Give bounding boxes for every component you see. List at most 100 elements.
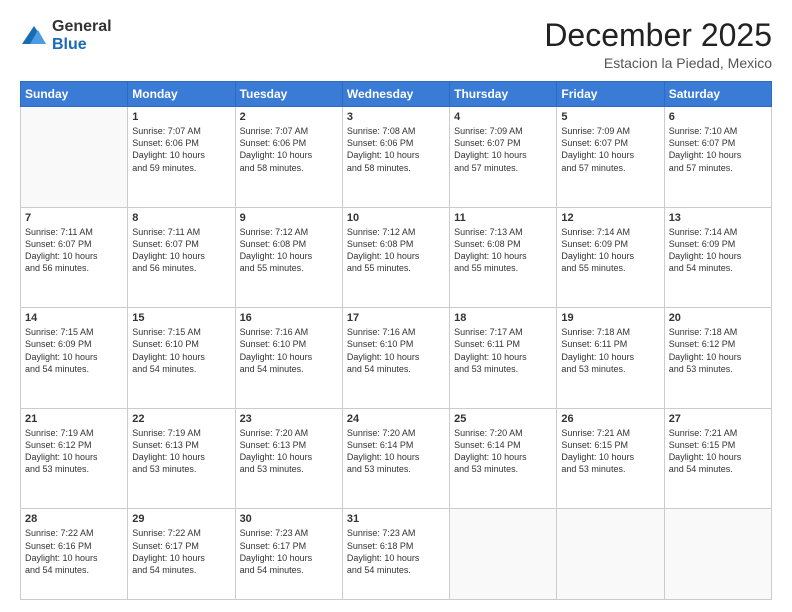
column-header-saturday: Saturday bbox=[664, 82, 771, 107]
cell-info: Sunrise: 7:22 AM Sunset: 6:17 PM Dayligh… bbox=[132, 527, 230, 576]
day-number: 5 bbox=[561, 111, 659, 123]
day-number: 22 bbox=[132, 413, 230, 425]
cell-info: Sunrise: 7:21 AM Sunset: 6:15 PM Dayligh… bbox=[669, 427, 767, 476]
calendar-week-3: 14 Sunrise: 7:15 AM Sunset: 6:09 PM Dayli… bbox=[21, 308, 772, 409]
day-number: 17 bbox=[347, 312, 445, 324]
calendar-cell: 16Sunrise: 7:16 AM Sunset: 6:10 PM Dayli… bbox=[235, 308, 342, 409]
day-number: 3 bbox=[347, 111, 445, 123]
calendar-cell: 8 Sunrise: 7:11 AM Sunset: 6:07 PM Daylig… bbox=[128, 207, 235, 308]
day-number: 8 bbox=[132, 212, 230, 224]
calendar-cell: 14 Sunrise: 7:15 AM Sunset: 6:09 PM Dayli… bbox=[21, 308, 128, 409]
calendar-cell: 2 Sunrise: 7:07 AM Sunset: 6:06 PM Daylig… bbox=[235, 107, 342, 208]
calendar-cell: 24Sunrise: 7:20 AM Sunset: 6:14 PM Dayli… bbox=[342, 408, 449, 509]
calendar-cell: 30 Sunrise: 7:23 AM Sunset: 6:17 PM Dayli… bbox=[235, 509, 342, 600]
day-number: 28 bbox=[25, 513, 123, 525]
day-number: 10 bbox=[347, 212, 445, 224]
logo-blue: Blue bbox=[52, 36, 112, 54]
day-number: 13 bbox=[669, 212, 767, 224]
calendar-cell: 18Sunrise: 7:17 AM Sunset: 6:11 PM Dayli… bbox=[450, 308, 557, 409]
day-number: 16 bbox=[240, 312, 338, 324]
calendar-cell: 12 Sunrise: 7:14 AM Sunset: 6:09 PM Dayli… bbox=[557, 207, 664, 308]
cell-info: Sunrise: 7:15 AM Sunset: 6:09 PM Dayligh… bbox=[25, 326, 123, 375]
cell-info: Sunrise: 7:07 AM Sunset: 6:06 PM Dayligh… bbox=[132, 125, 230, 174]
cell-info: Sunrise: 7:18 AM Sunset: 6:11 PM Dayligh… bbox=[561, 326, 659, 375]
calendar-cell: 11Sunrise: 7:13 AM Sunset: 6:08 PM Dayli… bbox=[450, 207, 557, 308]
day-number: 4 bbox=[454, 111, 552, 123]
calendar-cell: 15 Sunrise: 7:15 AM Sunset: 6:10 PM Dayli… bbox=[128, 308, 235, 409]
day-number: 14 bbox=[25, 312, 123, 324]
calendar-cell: 9Sunrise: 7:12 AM Sunset: 6:08 PM Daylig… bbox=[235, 207, 342, 308]
logo-general: General bbox=[52, 18, 112, 36]
day-number: 25 bbox=[454, 413, 552, 425]
cell-info: Sunrise: 7:10 AM Sunset: 6:07 PM Dayligh… bbox=[669, 125, 767, 174]
column-header-friday: Friday bbox=[557, 82, 664, 107]
calendar-cell bbox=[450, 509, 557, 600]
calendar-cell: 27 Sunrise: 7:21 AM Sunset: 6:15 PM Dayli… bbox=[664, 408, 771, 509]
calendar-week-5: 28 Sunrise: 7:22 AM Sunset: 6:16 PM Dayli… bbox=[21, 509, 772, 600]
header: General Blue December 2025 Estacion la P… bbox=[20, 18, 772, 71]
cell-info: Sunrise: 7:15 AM Sunset: 6:10 PM Dayligh… bbox=[132, 326, 230, 375]
cell-info: Sunrise: 7:11 AM Sunset: 6:07 PM Dayligh… bbox=[25, 226, 123, 275]
calendar-cell: 4Sunrise: 7:09 AM Sunset: 6:07 PM Daylig… bbox=[450, 107, 557, 208]
day-number: 15 bbox=[132, 312, 230, 324]
calendar-cell: 17 Sunrise: 7:16 AM Sunset: 6:10 PM Dayli… bbox=[342, 308, 449, 409]
cell-info: Sunrise: 7:20 AM Sunset: 6:14 PM Dayligh… bbox=[347, 427, 445, 476]
day-number: 20 bbox=[669, 312, 767, 324]
day-number: 2 bbox=[240, 111, 338, 123]
month-title: December 2025 bbox=[544, 18, 772, 53]
logo: General Blue bbox=[20, 18, 112, 53]
calendar-cell: 1 Sunrise: 7:07 AM Sunset: 6:06 PM Daylig… bbox=[128, 107, 235, 208]
cell-info: Sunrise: 7:13 AM Sunset: 6:08 PM Dayligh… bbox=[454, 226, 552, 275]
cell-info: Sunrise: 7:14 AM Sunset: 6:09 PM Dayligh… bbox=[561, 226, 659, 275]
calendar-week-1: 1 Sunrise: 7:07 AM Sunset: 6:06 PM Daylig… bbox=[21, 107, 772, 208]
day-number: 29 bbox=[132, 513, 230, 525]
cell-info: Sunrise: 7:22 AM Sunset: 6:16 PM Dayligh… bbox=[25, 527, 123, 576]
calendar-cell: 5 Sunrise: 7:09 AM Sunset: 6:07 PM Daylig… bbox=[557, 107, 664, 208]
day-number: 26 bbox=[561, 413, 659, 425]
day-number: 1 bbox=[132, 111, 230, 123]
calendar-cell: 10 Sunrise: 7:12 AM Sunset: 6:08 PM Dayli… bbox=[342, 207, 449, 308]
day-number: 31 bbox=[347, 513, 445, 525]
cell-info: Sunrise: 7:12 AM Sunset: 6:08 PM Dayligh… bbox=[347, 226, 445, 275]
logo-icon bbox=[20, 22, 48, 50]
column-header-thursday: Thursday bbox=[450, 82, 557, 107]
day-number: 27 bbox=[669, 413, 767, 425]
day-number: 12 bbox=[561, 212, 659, 224]
calendar-cell: 3Sunrise: 7:08 AM Sunset: 6:06 PM Daylig… bbox=[342, 107, 449, 208]
calendar-cell: 23Sunrise: 7:20 AM Sunset: 6:13 PM Dayli… bbox=[235, 408, 342, 509]
cell-info: Sunrise: 7:17 AM Sunset: 6:11 PM Dayligh… bbox=[454, 326, 552, 375]
day-number: 9 bbox=[240, 212, 338, 224]
calendar-cell: 22Sunrise: 7:19 AM Sunset: 6:13 PM Dayli… bbox=[128, 408, 235, 509]
calendar-cell: 31 Sunrise: 7:23 AM Sunset: 6:18 PM Dayli… bbox=[342, 509, 449, 600]
calendar-cell: 28 Sunrise: 7:22 AM Sunset: 6:16 PM Dayli… bbox=[21, 509, 128, 600]
cell-info: Sunrise: 7:19 AM Sunset: 6:12 PM Dayligh… bbox=[25, 427, 123, 476]
cell-info: Sunrise: 7:07 AM Sunset: 6:06 PM Dayligh… bbox=[240, 125, 338, 174]
calendar-cell: 29 Sunrise: 7:22 AM Sunset: 6:17 PM Dayli… bbox=[128, 509, 235, 600]
cell-info: Sunrise: 7:21 AM Sunset: 6:15 PM Dayligh… bbox=[561, 427, 659, 476]
calendar-table: SundayMondayTuesdayWednesdayThursdayFrid… bbox=[20, 81, 772, 600]
page: General Blue December 2025 Estacion la P… bbox=[0, 0, 792, 612]
cell-info: Sunrise: 7:09 AM Sunset: 6:07 PM Dayligh… bbox=[561, 125, 659, 174]
calendar-week-2: 7 Sunrise: 7:11 AM Sunset: 6:07 PM Daylig… bbox=[21, 207, 772, 308]
logo-text: General Blue bbox=[52, 18, 112, 53]
calendar-cell: 7 Sunrise: 7:11 AM Sunset: 6:07 PM Daylig… bbox=[21, 207, 128, 308]
calendar-cell: 19 Sunrise: 7:18 AM Sunset: 6:11 PM Dayli… bbox=[557, 308, 664, 409]
calendar-cell: 6Sunrise: 7:10 AM Sunset: 6:07 PM Daylig… bbox=[664, 107, 771, 208]
calendar-cell bbox=[664, 509, 771, 600]
calendar-cell bbox=[557, 509, 664, 600]
cell-info: Sunrise: 7:16 AM Sunset: 6:10 PM Dayligh… bbox=[347, 326, 445, 375]
calendar-cell: 13Sunrise: 7:14 AM Sunset: 6:09 PM Dayli… bbox=[664, 207, 771, 308]
column-header-tuesday: Tuesday bbox=[235, 82, 342, 107]
cell-info: Sunrise: 7:11 AM Sunset: 6:07 PM Dayligh… bbox=[132, 226, 230, 275]
column-header-wednesday: Wednesday bbox=[342, 82, 449, 107]
cell-info: Sunrise: 7:23 AM Sunset: 6:18 PM Dayligh… bbox=[347, 527, 445, 576]
location: Estacion la Piedad, Mexico bbox=[544, 55, 772, 71]
day-number: 19 bbox=[561, 312, 659, 324]
cell-info: Sunrise: 7:20 AM Sunset: 6:13 PM Dayligh… bbox=[240, 427, 338, 476]
cell-info: Sunrise: 7:18 AM Sunset: 6:12 PM Dayligh… bbox=[669, 326, 767, 375]
calendar-cell: 21Sunrise: 7:19 AM Sunset: 6:12 PM Dayli… bbox=[21, 408, 128, 509]
day-number: 30 bbox=[240, 513, 338, 525]
cell-info: Sunrise: 7:23 AM Sunset: 6:17 PM Dayligh… bbox=[240, 527, 338, 576]
day-number: 7 bbox=[25, 212, 123, 224]
column-header-sunday: Sunday bbox=[21, 82, 128, 107]
